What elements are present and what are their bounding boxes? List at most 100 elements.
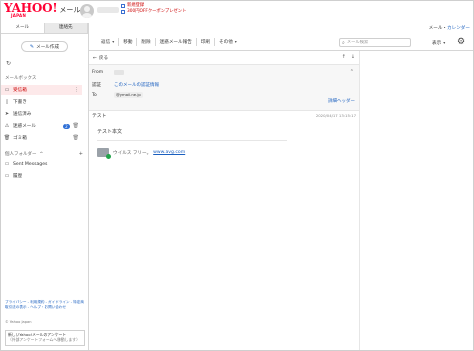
inbox-icon: ▭ <box>4 87 10 93</box>
folder-icon: ▭ <box>4 173 10 179</box>
other-menu-button[interactable]: その他 ▾ <box>215 33 241 51</box>
sidebar-item-sent[interactable]: ➤ 送信済み <box>1 109 82 119</box>
message-view: ← 戻る ↑ ↓ From ⌃ 認証 このメールの認証情報 To @ymail.n… <box>89 51 359 350</box>
draft-icon: ▯ <box>5 99 9 105</box>
recipient-chip[interactable]: @ymail.ne.jp <box>114 92 143 98</box>
sidebar-item-sent-messages[interactable]: ▭ Sent Messages <box>1 159 82 169</box>
to-label: To <box>92 92 97 98</box>
spam-icon: ⚠ <box>4 123 10 129</box>
more-icon[interactable]: ⋮ <box>74 87 79 93</box>
display-menu-button[interactable]: 表示 ▾ <box>432 34 445 52</box>
sidebar-item-label: 迷惑メール <box>13 124 36 129</box>
sidebar-item-inbox[interactable]: ▭ 受信箱 ⋮ <box>1 85 82 95</box>
service-name: メール <box>59 6 81 14</box>
copyright: © Yahoo Japan <box>5 320 32 324</box>
delete-button[interactable]: 削除 <box>137 34 154 51</box>
mailbox-title: メールボックス <box>5 76 37 81</box>
move-button[interactable]: 移動 <box>119 34 136 51</box>
auth-info-link[interactable]: このメールの認証情報 <box>114 82 159 88</box>
compose-button[interactable]: ✎ メール作成 <box>21 41 68 52</box>
checkbox-icon <box>121 4 125 8</box>
promo-coupon[interactable]: 300円OFFクーポンプレゼント <box>121 9 186 15</box>
yahoo-logo[interactable]: YAHOO! メール JAPAN <box>4 2 81 18</box>
refresh-icon[interactable]: ↻ <box>6 60 11 67</box>
tab-mail[interactable]: メール <box>1 23 45 33</box>
sidebar-item-history[interactable]: ▭ 履歴 <box>1 171 82 181</box>
sent-icon: ➤ <box>4 111 10 117</box>
survey-box[interactable]: 新しいYahoo!メールのアンケート （外部アンケートフォームへ移動します） <box>5 330 85 346</box>
chevron-up-icon[interactable]: ^ <box>40 152 44 157</box>
avg-shield-icon <box>97 148 111 159</box>
chevron-down-icon: ▾ <box>443 40 446 45</box>
sidebar-item-trash[interactable]: 🗑 ゴミ箱 🗑 <box>1 133 82 143</box>
empty-spam-icon[interactable]: 🗑 <box>73 123 79 129</box>
footer-links[interactable]: プライバシー - 利用規約 - ガイドライン - 特定商取引法の表示 - ヘルプ… <box>5 300 85 310</box>
mail-link[interactable]: メール・ <box>429 26 447 31</box>
search-input[interactable] <box>346 40 403 45</box>
promo-area: 新規登録 300円OFFクーポンプレゼント <box>121 3 186 15</box>
promo-coupon-label: 300円OFFクーポンプレゼント <box>127 9 187 14</box>
report-spam-button[interactable]: 迷惑メール報告 <box>156 34 196 51</box>
subject-row: テスト 2020/04/17 13:15:17 <box>92 111 356 120</box>
app-window: YAHOO! メール JAPAN 新規登録 300円OFFクーポンプレゼント メ… <box>0 0 474 351</box>
pencil-icon: ✎ <box>29 43 35 50</box>
personal-folders-title: 個人フォルダー <box>5 152 37 157</box>
back-bar: ← 戻る ↑ ↓ <box>89 51 359 65</box>
left-tabs: メール 連絡先 <box>1 23 88 34</box>
avatar[interactable] <box>80 4 94 18</box>
chevron-down-icon: ▾ <box>112 39 115 44</box>
reply-label: 返信 <box>101 40 111 45</box>
sender-blurred[interactable] <box>114 70 124 75</box>
from-label: From <box>92 70 104 75</box>
chevron-up-icon[interactable]: ⌃ <box>350 69 354 75</box>
message-subject: テスト <box>92 114 107 119</box>
auth-row: 認証 このメールの認証情報 <box>92 82 159 88</box>
top-header: YAHOO! メール JAPAN 新規登録 300円OFFクーポンプレゼント メ… <box>1 1 473 31</box>
message-nav: ↑ ↓ <box>342 54 355 60</box>
print-button[interactable]: 印刷 <box>197 34 214 51</box>
sidebar-item-label: Sent Messages <box>13 161 48 167</box>
sidebar-item-label: ゴミ箱 <box>13 136 27 141</box>
add-folder-icon[interactable]: + <box>79 151 83 157</box>
sidebar-item-label: 下書き <box>13 100 27 105</box>
next-message-icon[interactable]: ↓ <box>351 54 355 60</box>
to-row: To @ymail.ne.jp <box>92 92 143 98</box>
prev-message-icon[interactable]: ↑ <box>342 54 346 60</box>
compose-label: メール作成 <box>36 44 60 50</box>
signature-divider <box>97 140 287 141</box>
reply-button[interactable]: 返信 ▾ <box>97 33 118 51</box>
user-name-blurred <box>97 7 119 13</box>
message-date: 2020/04/17 13:15:17 <box>315 113 356 118</box>
sidebar-item-label: 送信済み <box>13 112 32 117</box>
calendar-link[interactable]: カレンダー <box>447 26 470 31</box>
trash-icon: 🗑 <box>3 135 11 141</box>
other-label: その他 <box>219 40 233 45</box>
back-button[interactable]: ← 戻る <box>93 55 108 61</box>
avg-link[interactable]: www.avg.com <box>153 150 185 155</box>
sidebar-item-label: 受信箱 <box>13 88 27 93</box>
gear-icon[interactable]: ⚙ <box>457 37 465 47</box>
message-body: テスト本文 <box>97 129 123 135</box>
chevron-down-icon: ▾ <box>234 39 237 44</box>
virus-free-text: ウイルス フリー。 <box>113 150 152 156</box>
message-toolbar: 返信▾ 移動 削除 迷惑メール報告 印刷 その他▾ ⌕ 表示▾ ⚙ <box>89 34 473 51</box>
sidebar-item-label: 履歴 <box>13 174 23 179</box>
tab-contacts[interactable]: 連絡先 <box>44 23 88 33</box>
checkbox-icon <box>121 10 125 14</box>
back-label: 戻る <box>98 55 109 61</box>
unread-count-badge: 2 <box>63 123 70 129</box>
sidebar-item-drafts[interactable]: ▯ 下書き <box>1 97 82 107</box>
survey-subtitle: （外部アンケートフォームへ移動します） <box>8 337 80 342</box>
sidebar: ✎ メール作成 ↻ メールボックス ▭ 受信箱 ⋮ ▯ 下書き ➤ 送信済み ⚠… <box>1 34 88 350</box>
logo-subtext: JAPAN <box>11 13 27 18</box>
detail-header-link[interactable]: 詳細ヘッダー <box>328 98 355 104</box>
search-box[interactable]: ⌕ <box>339 38 411 47</box>
search-icon: ⌕ <box>342 39 345 46</box>
recipient-address: @ymail.ne.jp <box>116 92 141 97</box>
auth-label: 認証 <box>92 83 101 88</box>
from-row: From <box>92 70 124 75</box>
sidebar-item-spam[interactable]: ⚠ 迷惑メール 2 🗑 <box>1 121 82 131</box>
empty-trash-icon[interactable]: 🗑 <box>73 135 79 141</box>
virus-free-signature: ウイルス フリー。 www.avg.com <box>97 148 185 159</box>
personal-folders-header[interactable]: 個人フォルダー ^ + <box>5 151 85 157</box>
